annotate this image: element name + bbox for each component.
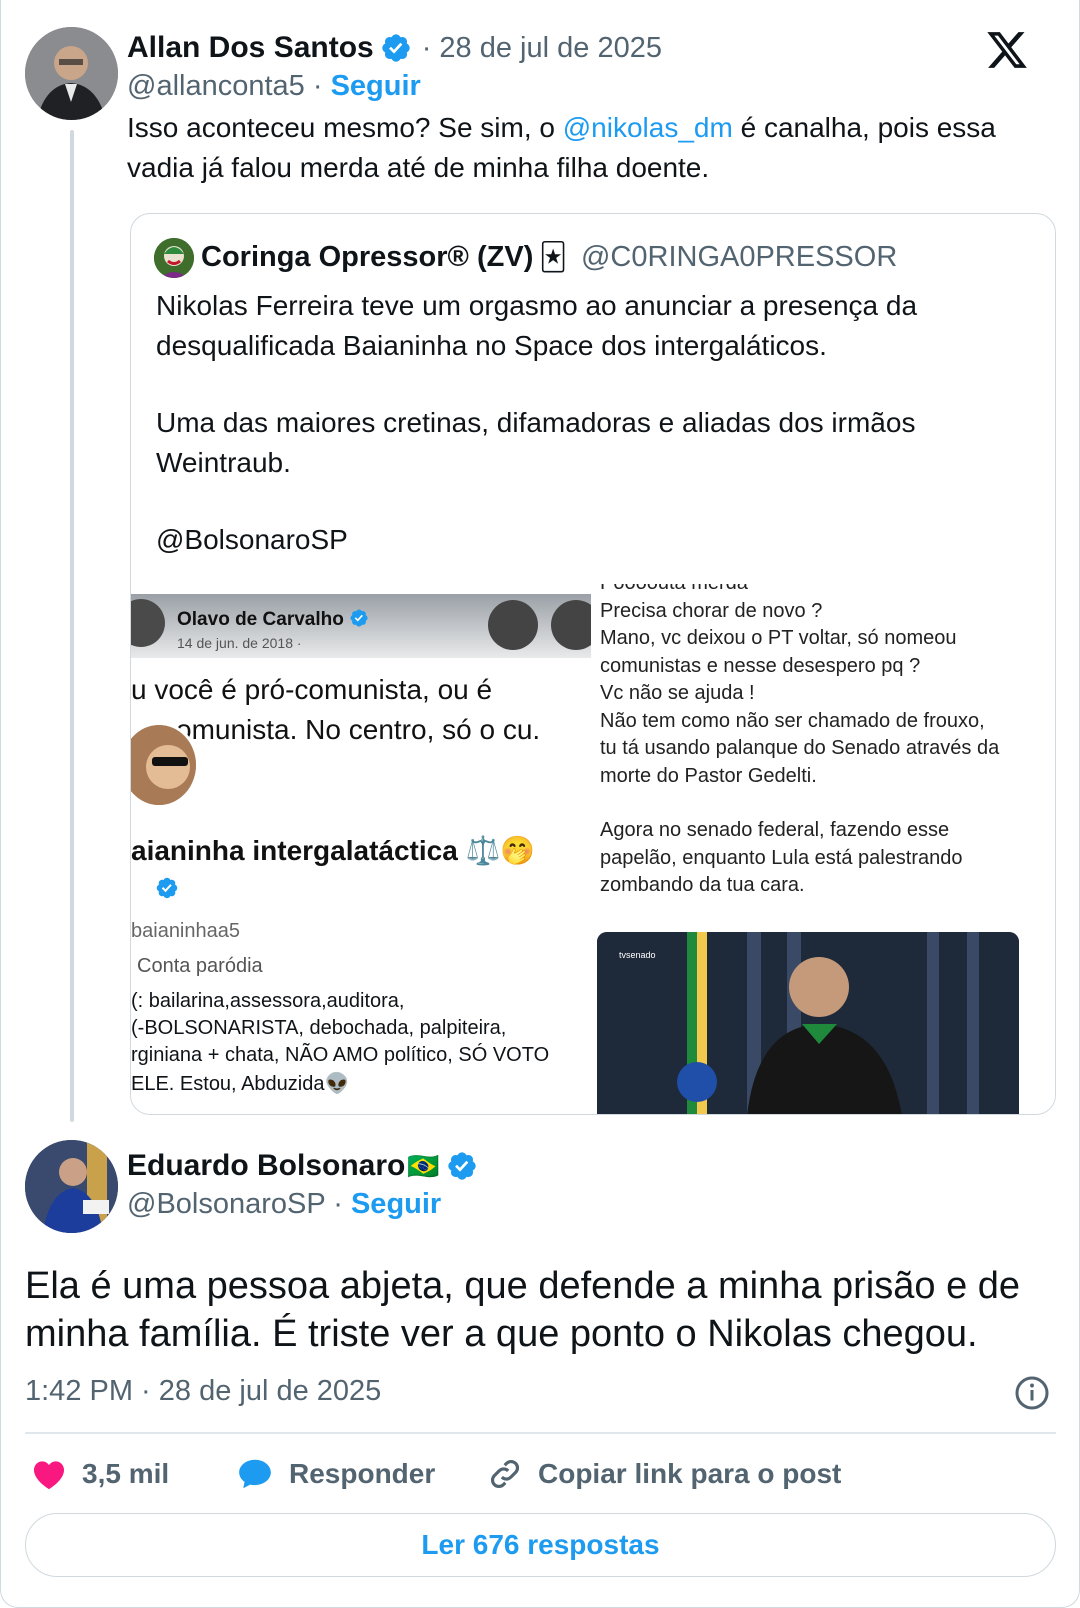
- quoted-tweet-card[interactable]: Coringa Opressor® (ZV) 🃏 @C0RINGA0PRESSO…: [130, 213, 1056, 1115]
- parent-author-row: Allan Dos Santos · 28 de jul de 2025: [127, 28, 662, 68]
- mention-link[interactable]: @nikolas_dm: [563, 112, 733, 143]
- main-handle[interactable]: @BolsonaroSP: [127, 1188, 325, 1220]
- joker-emoji: 🃏: [539, 241, 567, 272]
- comment-line: Vc não se ajuda !: [600, 682, 755, 704]
- loop-icon: [488, 600, 538, 650]
- comment-line: Poooouta merda: [600, 584, 1050, 598]
- follow-button[interactable]: Seguir: [351, 1188, 441, 1220]
- avatar-coringa[interactable]: [154, 238, 194, 278]
- x-logo-icon[interactable]: [985, 28, 1029, 72]
- comment-line: morte do Pastor Gedelti.: [600, 764, 817, 787]
- divider: [25, 1432, 1056, 1434]
- olavo-quote-line-1: u você é pró-comunista, ou é: [131, 674, 493, 705]
- copy-link-button[interactable]: Copiar link para o post: [486, 1455, 841, 1493]
- follow-button[interactable]: Seguir: [331, 70, 421, 102]
- heart-icon: [33, 1461, 65, 1490]
- quoted-paragraph-2: Uma das maiores cretinas, difamadoras e …: [156, 407, 916, 478]
- comment-line: Não tem como não ser chamado de frouxo,: [600, 709, 985, 732]
- like-count: 3,5 mil: [82, 1458, 170, 1489]
- quoted-author-name[interactable]: Coringa Opressor® (ZV): [201, 241, 533, 274]
- tv-senado-logo: tvsenado: [619, 950, 656, 960]
- copy-link-label: Copiar link para o post: [538, 1458, 842, 1489]
- bio-line-3: rginiana + chata, NÃO AMO político, SÓ V…: [131, 1044, 550, 1066]
- media-image-right[interactable]: Poooouta merda Precisa chorar de novo ? …: [597, 584, 1055, 1114]
- bio-line-2: (-BOLSONARISTA, debochada, palpiteira,: [131, 1017, 507, 1039]
- comment-line: Agora no senado federal, fazendo esse: [600, 819, 950, 841]
- parent-date[interactable]: · 28 de jul de 2025: [422, 32, 662, 65]
- baianinha-name: aianinha intergalatáctica ⚖️🤭: [131, 835, 536, 866]
- olavo-date: 14 de jun. de 2018 ·: [177, 635, 302, 651]
- comment-line: papelão, enquanto Lula está palestrando: [600, 846, 963, 869]
- bio-line-1: (: bailarina,assessora,auditora,: [131, 990, 405, 1012]
- comment-line: Mano, vc deixou o PT voltar, só nomeou: [600, 627, 957, 649]
- info-icon[interactable]: [1014, 1375, 1050, 1411]
- main-timestamp[interactable]: 1:42 PM · 28 de jul de 2025: [25, 1375, 381, 1408]
- quoted-author-row: Coringa Opressor® (ZV) 🃏 @C0RINGA0PRESSO…: [201, 236, 897, 278]
- read-replies-button[interactable]: Ler 676 respostas: [25, 1513, 1056, 1577]
- parent-author-name[interactable]: Allan Dos Santos: [127, 31, 374, 65]
- baianinha-handle: baianinhaa5: [131, 920, 240, 942]
- reply-button[interactable]: Responder: [235, 1455, 435, 1493]
- parent-handle[interactable]: @allanconta5: [127, 70, 305, 102]
- brazil-flag-emoji: 🇧🇷: [407, 1150, 440, 1181]
- main-handle-row: @BolsonaroSP · Seguir: [127, 1188, 441, 1221]
- parent-tweet-text: Isso aconteceu mesmo? Se sim, o @nikolas…: [127, 108, 1027, 188]
- parent-handle-row: @allanconta5 · Seguir: [127, 70, 421, 103]
- link-icon: [491, 1460, 519, 1488]
- verified-badge-icon: [155, 876, 179, 905]
- quoted-paragraph-3: @BolsonaroSP: [156, 524, 348, 555]
- olavo-name: Olavo de Carvalho: [177, 608, 369, 631]
- comment-line: tu tá usando palanque do Senado através …: [600, 737, 1000, 759]
- quoted-paragraph-1: Nikolas Ferreira teve um orgasmo ao anun…: [156, 290, 918, 361]
- main-tweet-text: Ela é uma pessoa abjeta, que defende a m…: [25, 1265, 1021, 1355]
- avatar-eduardo[interactable]: [25, 1140, 118, 1233]
- speech-bubble-icon: [239, 1459, 271, 1489]
- senate-photo: tvsenado: [597, 932, 1019, 1114]
- quoted-handle[interactable]: @C0RINGA0PRESSOR: [581, 241, 897, 274]
- media-image-left[interactable]: Olavo de Carvalho 14 de jun. de 2018 · u…: [131, 594, 591, 1114]
- like-button[interactable]: 3,5 mil: [30, 1455, 169, 1493]
- thread-connector-line: [70, 130, 74, 1122]
- separator-dot: ·: [325, 1188, 351, 1220]
- separator-dot: ·: [304, 70, 331, 102]
- main-author-row: Eduardo Bolsonaro 🇧🇷: [127, 1146, 478, 1186]
- parent-text-start: Isso aconteceu mesmo? Se sim, o: [127, 112, 563, 143]
- comment-line: comunistas e nesse desespero pq ?: [600, 654, 921, 677]
- read-replies-label: Ler 676 respostas: [421, 1529, 660, 1560]
- parody-label: Conta paródia: [137, 955, 263, 977]
- main-author-name[interactable]: Eduardo Bolsonaro: [127, 1149, 405, 1183]
- comment-line: zombando da tua cara.: [600, 874, 805, 896]
- avatar-allan[interactable]: [25, 27, 118, 120]
- verified-badge-icon: [448, 1152, 476, 1180]
- verified-badge-icon: [382, 34, 410, 62]
- reply-label: Responder: [289, 1458, 436, 1489]
- olavo-quote-line-2: omunista. No centro, só o cu.: [176, 714, 541, 745]
- comment-text-block: Poooouta merda Precisa chorar de novo ? …: [600, 584, 1050, 900]
- bio-line-4: ELE. Estou, Abduzida👽: [131, 1073, 350, 1095]
- comment-line: Precisa chorar de novo ?: [600, 599, 823, 622]
